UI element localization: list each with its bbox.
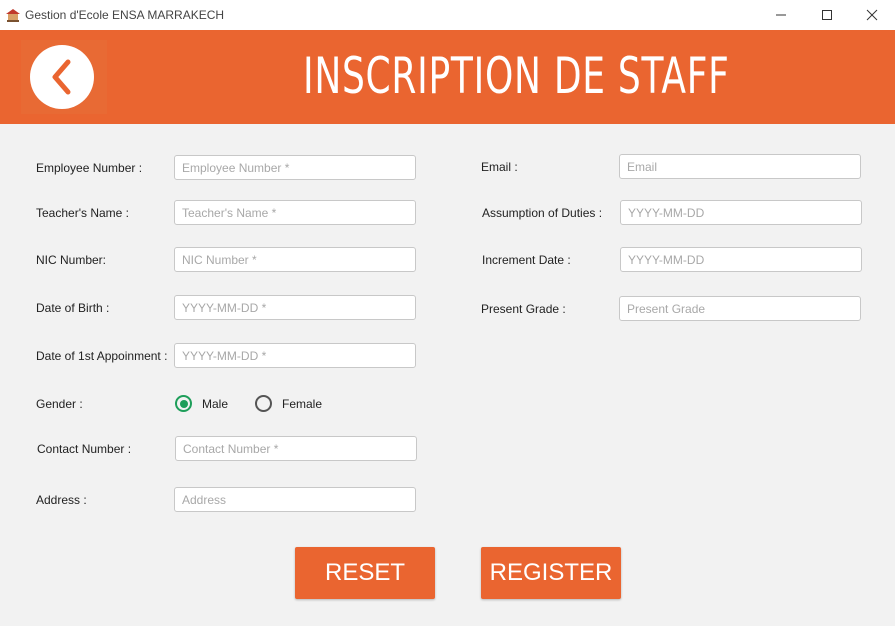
present-grade-label: Present Grade : bbox=[481, 302, 566, 316]
maximize-button[interactable] bbox=[804, 0, 850, 30]
nic-number-label: NIC Number: bbox=[36, 253, 107, 267]
teacher-name-label: Teacher's Name : bbox=[36, 206, 129, 220]
nic-number-input[interactable] bbox=[174, 247, 416, 272]
contact-number-label: Contact Number : bbox=[37, 442, 132, 456]
teacher-name-input[interactable] bbox=[174, 200, 416, 225]
assumption-of-duties-input[interactable] bbox=[620, 200, 862, 225]
minimize-button[interactable] bbox=[758, 0, 804, 30]
window-titlebar: Gestion d'Ecole ENSA MARRAKECH bbox=[0, 0, 895, 30]
address-label: Address : bbox=[36, 493, 87, 507]
gender-label: Gender : bbox=[36, 397, 83, 411]
gender-male-radio[interactable] bbox=[175, 395, 192, 412]
assumption-of-duties-label: Assumption of Duties : bbox=[482, 206, 603, 220]
contact-number-input[interactable] bbox=[175, 436, 417, 461]
gender-female-label[interactable]: Female bbox=[282, 397, 322, 411]
close-button[interactable] bbox=[849, 0, 895, 30]
page-title: INSCRIPTION DE STAFF bbox=[303, 47, 730, 105]
employee-number-input[interactable] bbox=[174, 155, 416, 180]
register-button[interactable]: REGISTER bbox=[481, 547, 621, 599]
date-of-birth-input[interactable] bbox=[174, 295, 416, 320]
gender-male-label[interactable]: Male bbox=[202, 397, 228, 411]
increment-date-input[interactable] bbox=[620, 247, 862, 272]
app-logo-icon bbox=[5, 7, 21, 23]
chevron-left-icon bbox=[52, 59, 71, 95]
close-icon bbox=[866, 9, 878, 21]
maximize-icon bbox=[822, 10, 832, 20]
email-label: Email : bbox=[481, 160, 518, 174]
window-title: Gestion d'Ecole ENSA MARRAKECH bbox=[25, 8, 225, 22]
first-appointment-label: Date of 1st Appoinment : bbox=[36, 349, 168, 363]
increment-date-label: Increment Date : bbox=[482, 253, 571, 267]
date-of-birth-label: Date of Birth : bbox=[36, 301, 110, 315]
back-circle[interactable] bbox=[30, 45, 94, 109]
minimize-icon bbox=[776, 14, 786, 16]
first-appointment-input[interactable] bbox=[174, 343, 416, 368]
reset-button[interactable]: RESET bbox=[295, 547, 435, 599]
address-input[interactable] bbox=[174, 487, 416, 512]
email-input[interactable] bbox=[619, 154, 861, 179]
gender-female-radio[interactable] bbox=[255, 395, 272, 412]
page-header: INSCRIPTION DE STAFF bbox=[0, 30, 895, 124]
back-button[interactable] bbox=[21, 40, 107, 114]
present-grade-input[interactable] bbox=[619, 296, 861, 321]
employee-number-label: Employee Number : bbox=[36, 161, 143, 175]
